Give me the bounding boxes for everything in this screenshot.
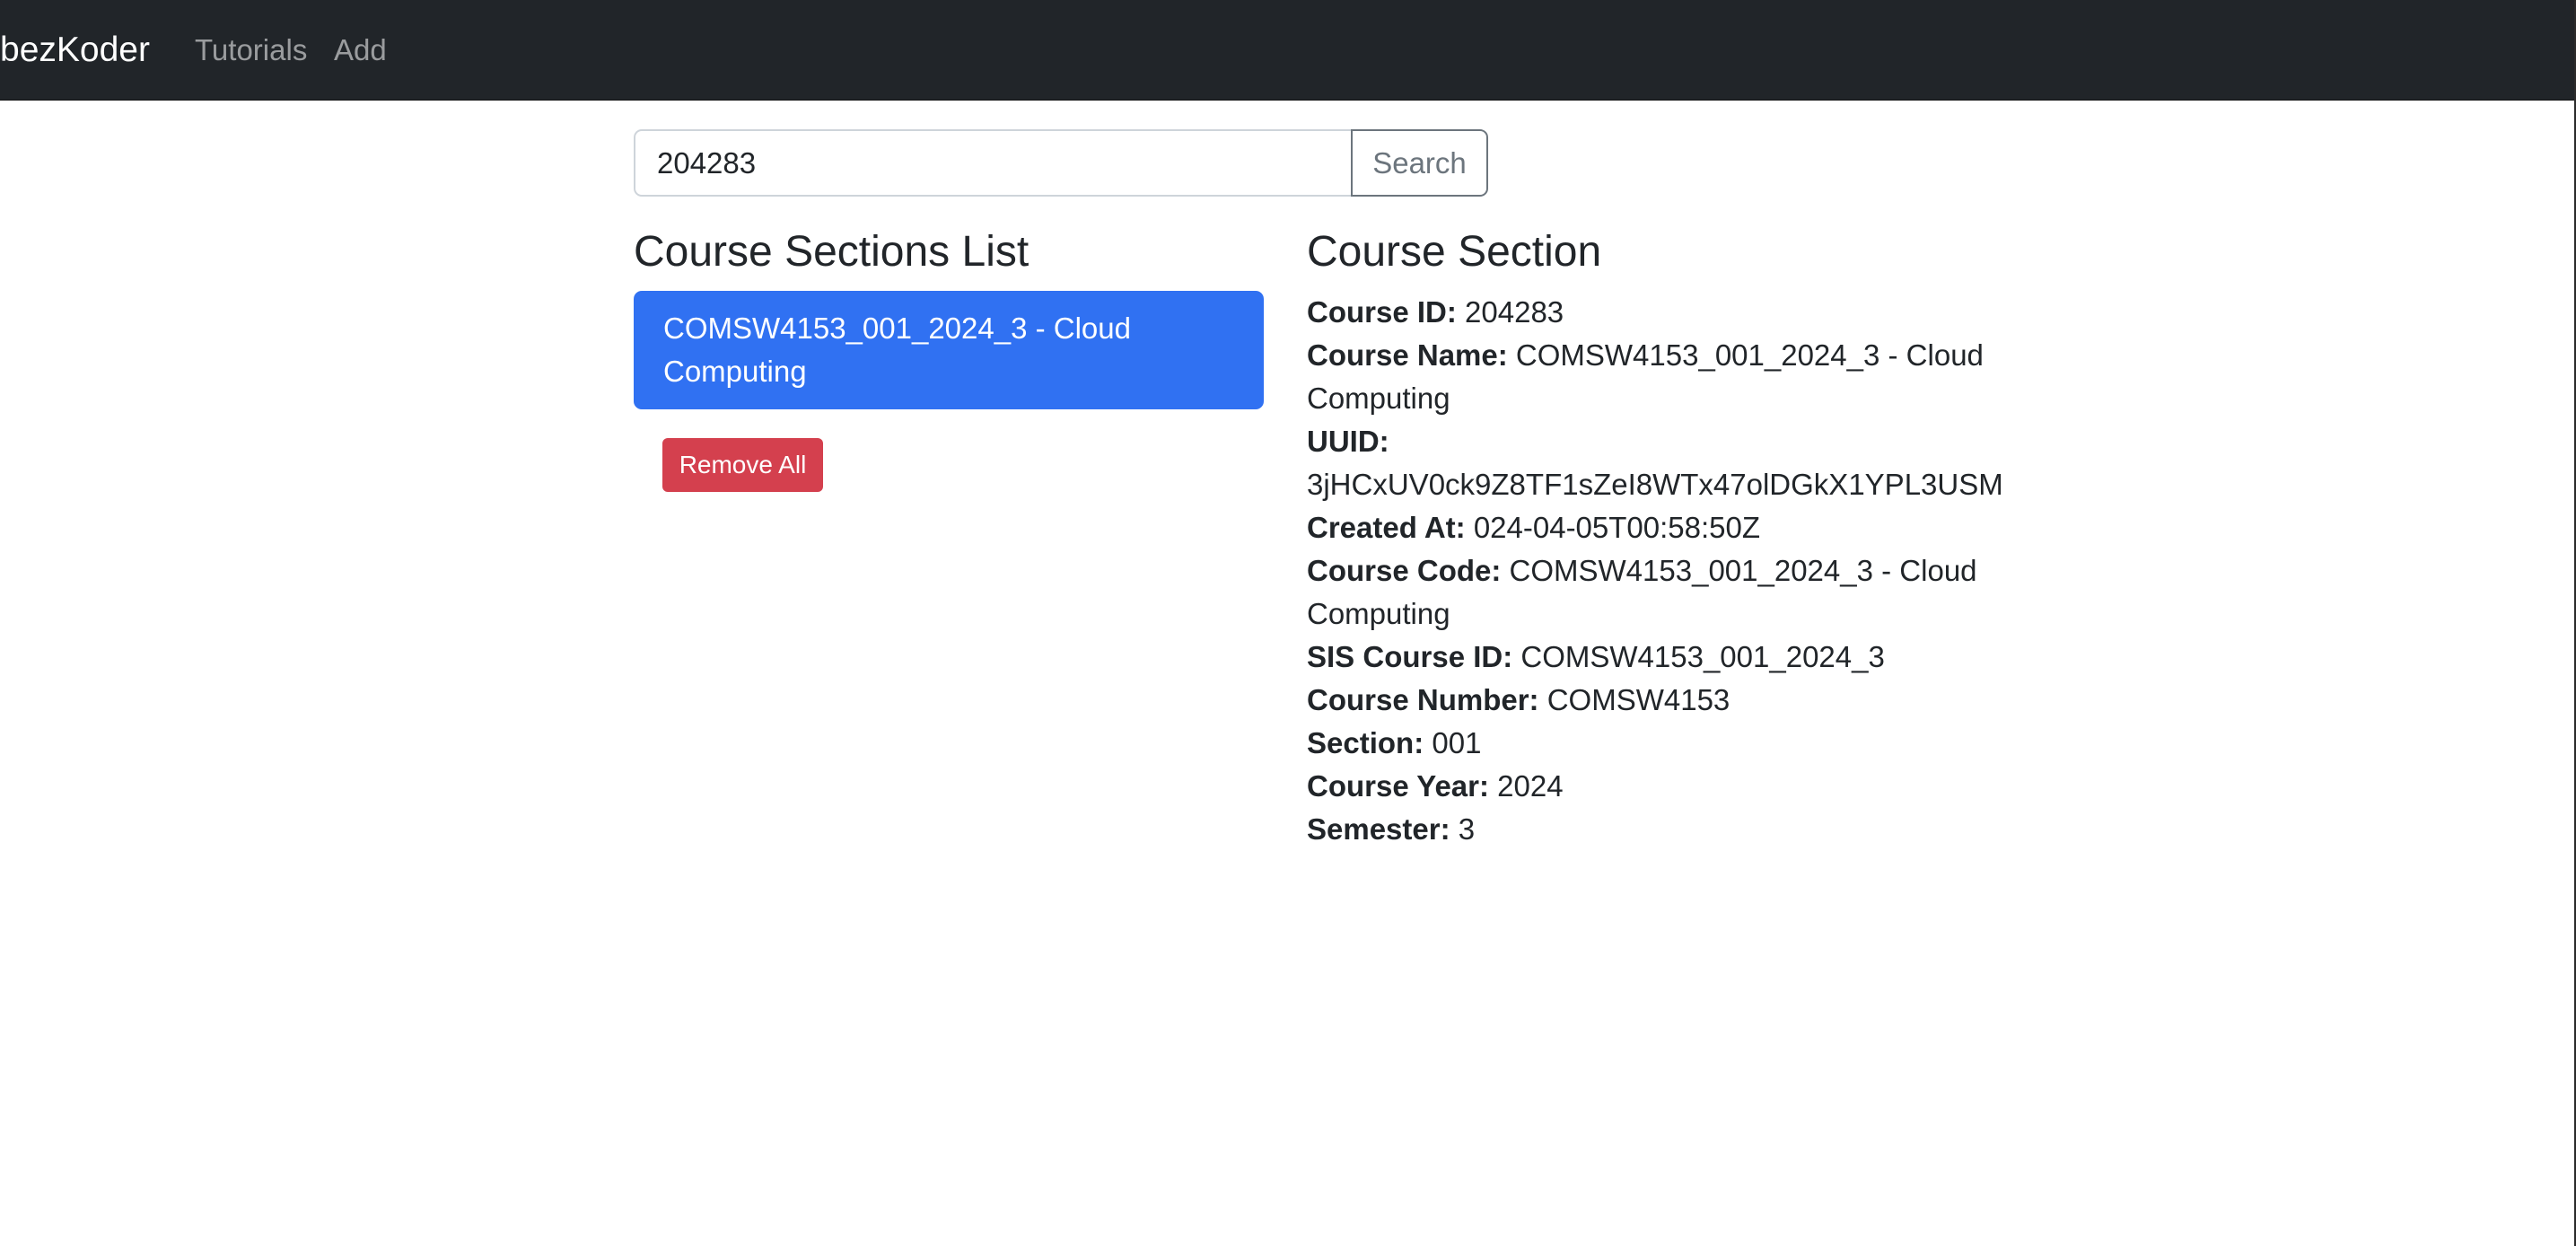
search-button[interactable]: Search: [1351, 129, 1488, 197]
detail-value: 3: [1458, 812, 1476, 846]
top-navbar: bezKoder Tutorials Add: [0, 0, 2576, 101]
list-item-active[interactable]: COMSW4153_001_2024_3 - Cloud Computing: [634, 291, 1264, 409]
detail-value: COMSW4153_001_2024_3: [1520, 640, 1885, 673]
detail-section: Section: 001: [1307, 722, 2007, 765]
detail-label: Created At:: [1307, 511, 1466, 544]
course-sections-list-title: Course Sections List: [634, 228, 1030, 276]
detail-label: UUID:: [1307, 425, 1389, 458]
detail-value: 024-04-05T00:58:50Z: [1473, 511, 1761, 544]
detail-label: Section:: [1307, 726, 1424, 759]
detail-course-id: Course ID: 204283: [1307, 291, 2007, 334]
detail-label: SIS Course ID:: [1307, 640, 1513, 673]
detail-label: Course Name:: [1307, 338, 1508, 372]
detail-uuid: UUID: 3jHCxUV0ck9Z8TF1sZeI8WTx47olDGkX1Y…: [1307, 420, 2007, 506]
detail-course-year: Course Year: 2024: [1307, 765, 2007, 808]
detail-label: Semester:: [1307, 812, 1450, 846]
detail-value: 001: [1432, 726, 1482, 759]
detail-label: Course Code:: [1307, 554, 1502, 587]
detail-course-number: Course Number: COMSW4153: [1307, 679, 2007, 722]
nav-link-tutorials[interactable]: Tutorials: [195, 0, 307, 100]
detail-course-code: Course Code: COMSW4153_001_2024_3 - Clou…: [1307, 549, 2007, 636]
detail-label: Course ID:: [1307, 295, 1457, 329]
course-section-details: Course ID: 204283 Course Name: COMSW4153…: [1307, 291, 2007, 851]
detail-course-name: Course Name: COMSW4153_001_2024_3 - Clou…: [1307, 334, 2007, 420]
nav-link-add[interactable]: Add: [334, 0, 387, 100]
detail-value: COMSW4153: [1546, 683, 1730, 716]
detail-value: 2024: [1497, 769, 1564, 803]
course-sections-list: COMSW4153_001_2024_3 - Cloud Computing: [634, 291, 1264, 409]
remove-all-button[interactable]: Remove All: [662, 438, 823, 492]
detail-created-at: Created At: 024-04-05T00:58:50Z: [1307, 506, 2007, 549]
detail-label: Course Number:: [1307, 683, 1539, 716]
detail-label: Course Year:: [1307, 769, 1489, 803]
detail-value: 204283: [1465, 295, 1564, 329]
search-input[interactable]: [634, 129, 1352, 197]
brand-link[interactable]: bezKoder: [0, 0, 150, 100]
detail-value: 3jHCxUV0ck9Z8TF1sZeI8WTx47olDGkX1YPL3USM: [1307, 468, 2003, 501]
detail-sis-course-id: SIS Course ID: COMSW4153_001_2024_3: [1307, 636, 2007, 679]
detail-semester: Semester: 3: [1307, 808, 2007, 851]
course-section-title: Course Section: [1307, 228, 1602, 276]
